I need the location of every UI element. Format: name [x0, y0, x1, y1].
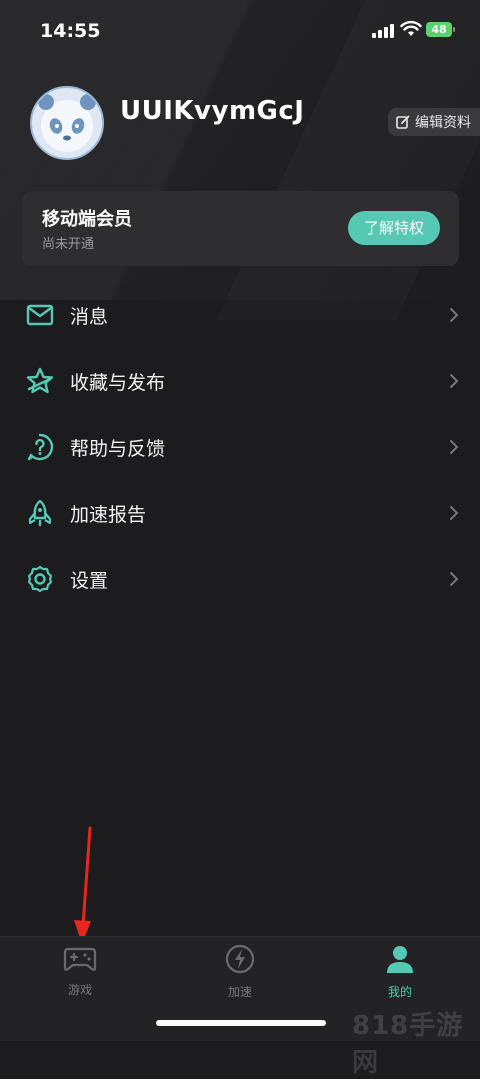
avatar[interactable]	[30, 86, 104, 160]
battery-level: 48	[431, 23, 447, 36]
chevron-right-icon	[450, 374, 459, 388]
annotation-arrow	[74, 826, 92, 944]
rocket-icon	[28, 499, 52, 527]
tab-accelerate[interactable]: 加速	[200, 943, 280, 1000]
chevron-right-icon	[450, 440, 459, 454]
menu-item-label: 收藏与发布	[70, 371, 166, 394]
status-time: 14:55	[40, 20, 101, 42]
menu-item-label: 消息	[70, 305, 109, 328]
vip-title: 移动端会员	[42, 209, 132, 230]
gamepad-icon	[63, 947, 97, 971]
edit-profile-label: 编辑资料	[415, 115, 471, 131]
watermark: 818手游网	[352, 1011, 464, 1078]
chevron-right-icon	[450, 572, 459, 586]
vip-status: 尚未开通	[42, 237, 95, 252]
star-icon	[26, 367, 54, 394]
username: UUIKvymGcJ	[120, 96, 305, 126]
gear-icon	[27, 565, 53, 593]
menu-item-settings[interactable]: 设置	[0, 546, 480, 612]
tab-label: 我的	[387, 985, 412, 999]
status-bar: 14:55 48	[0, 0, 480, 60]
menu-item-label: 加速报告	[70, 503, 147, 526]
battery-indicator: 48	[426, 22, 452, 37]
edit-icon	[396, 115, 410, 129]
menu-item-speed-report[interactable]: 加速报告	[0, 480, 480, 546]
panda-avatar-icon	[38, 94, 96, 152]
edit-profile-button[interactable]: 编辑资料	[388, 108, 480, 136]
menu-list: 消息 收藏与发布 帮助与反馈 加速报告 设置	[0, 282, 480, 612]
vip-benefits-button[interactable]: 了解特权	[348, 211, 440, 245]
battery-tip	[453, 27, 455, 32]
tab-label: 加速	[227, 985, 252, 999]
mail-icon	[26, 304, 54, 326]
wifi-icon	[400, 20, 422, 36]
vip-card[interactable]: 移动端会员 尚未开通 了解特权	[22, 191, 459, 266]
signal-icon	[372, 24, 394, 38]
lightning-icon	[225, 944, 255, 974]
chevron-right-icon	[450, 506, 459, 520]
help-icon	[27, 433, 54, 461]
menu-item-favorites[interactable]: 收藏与发布	[0, 348, 480, 414]
person-icon	[387, 946, 413, 973]
chevron-right-icon	[450, 308, 459, 322]
home-indicator	[156, 1020, 326, 1026]
tab-mine[interactable]: 我的	[360, 943, 440, 1000]
menu-item-messages[interactable]: 消息	[0, 282, 480, 348]
menu-item-label: 帮助与反馈	[70, 437, 166, 460]
tab-games[interactable]: 游戏	[40, 943, 120, 998]
menu-item-label: 设置	[70, 569, 109, 592]
tab-label: 游戏	[67, 983, 92, 997]
menu-item-help[interactable]: 帮助与反馈	[0, 414, 480, 480]
